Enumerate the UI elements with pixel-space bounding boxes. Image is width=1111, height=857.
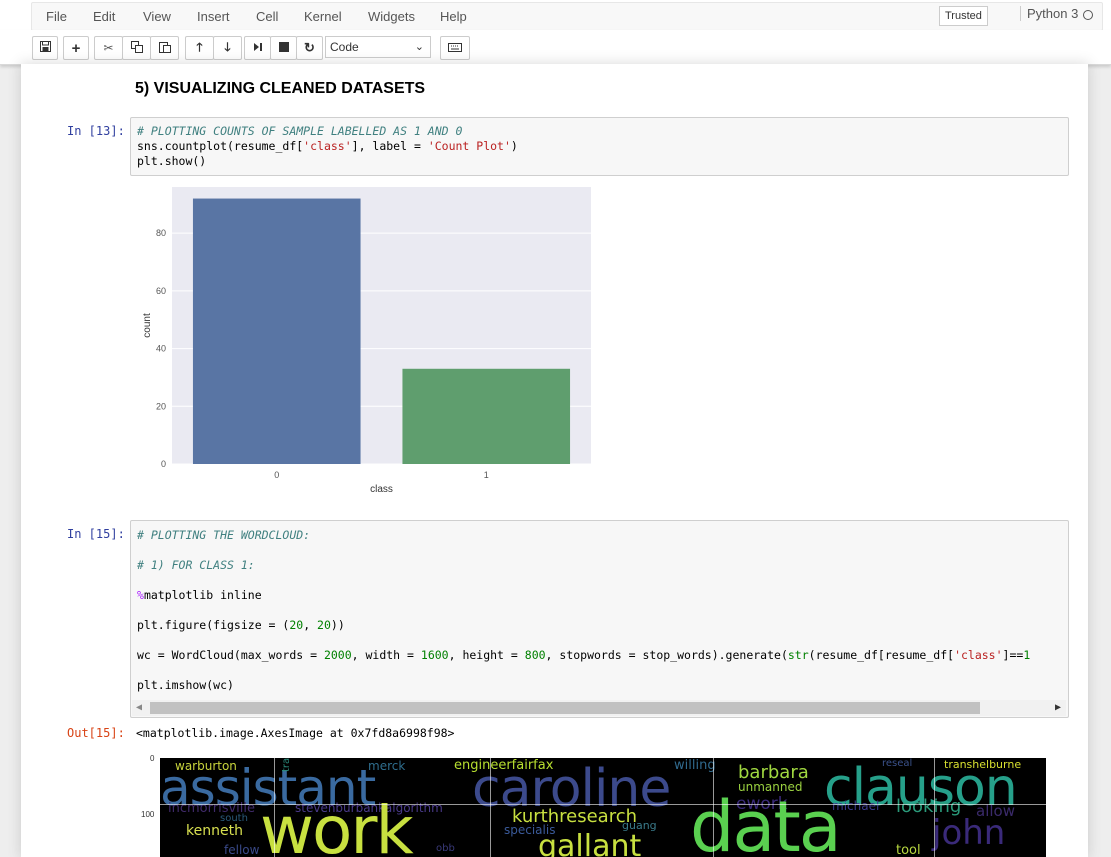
paste-icon <box>158 41 171 56</box>
scroll-right-icon[interactable]: ▶ <box>1055 702 1061 713</box>
code-line: wc = WordCloud(max_words = 2000, width =… <box>137 648 1031 662</box>
wordcloud-word: willing <box>674 758 716 773</box>
kernel-idle-icon <box>1083 10 1093 20</box>
menu-edit[interactable]: Edit <box>93 9 115 24</box>
wordcloud-gridline <box>160 804 1046 805</box>
save-button[interactable] <box>32 36 58 60</box>
command-palette-button[interactable] <box>440 36 470 60</box>
y-tick-label: 20 <box>156 401 166 411</box>
menu-view[interactable]: View <box>143 9 171 24</box>
code-line: # PLOTTING COUNTS OF SAMPLE LABELLED AS … <box>137 124 463 138</box>
wordcloud-word: fellow <box>224 843 260 857</box>
trusted-indicator[interactable]: Trusted <box>939 6 988 26</box>
code-line: plt.show() <box>137 154 207 168</box>
interrupt-button[interactable] <box>270 36 297 60</box>
x-tick-label: 1 <box>484 470 489 480</box>
menu-insert[interactable]: Insert <box>197 9 230 24</box>
wordcloud-word: tool <box>896 843 921 857</box>
wordcloud-gridline <box>274 758 275 857</box>
insert-cell-button[interactable]: + <box>63 36 89 60</box>
run-button[interactable] <box>244 36 271 60</box>
arrow-down-icon: 🡓 <box>224 39 231 54</box>
wordcloud-word: tran <box>281 758 292 772</box>
countplot-chart: 0 20 40 60 80 0 1 class count <box>142 187 591 495</box>
x-axis-label: class <box>370 484 393 495</box>
code-line: %matplotlib inline <box>137 588 262 602</box>
arrow-up-icon: 🡑 <box>196 39 203 54</box>
menu-cell[interactable]: Cell <box>256 9 278 24</box>
code-line: # PLOTTING THE WORDCLOUD: <box>137 528 311 542</box>
out-15-prompt: Out[15]: <box>67 726 125 740</box>
wordcloud-word: gallant <box>538 829 642 857</box>
cell-15-prompt: In [15]: <box>67 527 125 541</box>
kernel-name[interactable]: Python 3 <box>1020 6 1078 21</box>
keyboard-icon <box>448 41 462 55</box>
cell-13-input[interactable]: # PLOTTING COUNTS OF SAMPLE LABELLED AS … <box>130 117 1069 176</box>
toolbar: + ✂ 🡑 🡓 ↻ Code ⌄ <box>0 30 1111 65</box>
out-15-text: <matplotlib.image.AxesImage at 0x7fd8a69… <box>136 726 455 740</box>
wordcloud-word: work <box>260 792 414 857</box>
scroll-left-icon[interactable]: ◀ <box>136 702 142 713</box>
y-axis-label: count <box>142 313 153 338</box>
move-up-button[interactable]: 🡑 <box>185 36 214 60</box>
horizontal-scrollbar[interactable]: ◀ ▶ <box>132 700 1066 716</box>
paste-button[interactable] <box>150 36 179 60</box>
plus-icon: + <box>71 39 81 57</box>
code-line: sns.countplot(resume_df['class'], label … <box>137 139 518 153</box>
cell-15-input[interactable]: # PLOTTING THE WORDCLOUD: # 1) FOR CLASS… <box>130 520 1069 718</box>
wordcloud-image: warburton merck engineerfairfax willing … <box>160 758 1046 857</box>
section-heading: 5) VISUALIZING CLEANED DATASETS <box>135 80 426 97</box>
wordcloud-ytick: 0 <box>150 754 155 763</box>
code-line: plt.figure(figsize = (20, 20)) <box>137 618 345 632</box>
copy-button[interactable] <box>122 36 151 60</box>
cell-type-select[interactable]: Code ⌄ <box>325 36 431 58</box>
wordcloud-output: 0 100 warburton merck engineerfairfax wi… <box>141 750 1061 857</box>
bar <box>402 368 571 464</box>
menubar: File Edit View Insert Cell Kernel Widget… <box>0 0 1111 31</box>
code-line: # 1) FOR CLASS 1: <box>137 558 255 572</box>
x-tick-label: 0 <box>274 470 279 480</box>
wordcloud-gridline <box>934 758 935 857</box>
countplot-output: 0 20 40 60 80 0 1 class count <box>141 184 601 504</box>
code-line: plt.imshow(wc) <box>137 678 234 692</box>
scrollbar-thumb[interactable] <box>150 702 980 714</box>
menu-widgets[interactable]: Widgets <box>368 9 415 24</box>
menu-kernel[interactable]: Kernel <box>304 9 342 24</box>
y-tick-label: 60 <box>156 286 166 296</box>
wordcloud-gridline <box>713 758 714 857</box>
menu-file[interactable]: File <box>46 9 67 24</box>
stop-icon <box>278 41 289 55</box>
y-tick-label: 40 <box>156 344 166 354</box>
move-down-button[interactable]: 🡓 <box>213 36 242 60</box>
save-icon <box>39 41 51 55</box>
notebook-container: 5) VISUALIZING CLEANED DATASETS In [13]:… <box>21 64 1088 857</box>
chevron-down-icon: ⌄ <box>414 41 424 53</box>
run-icon <box>253 41 263 55</box>
cut-button[interactable]: ✂ <box>94 36 123 60</box>
menu-help[interactable]: Help <box>440 9 467 24</box>
bar <box>192 198 361 464</box>
wordcloud-word: kenneth <box>186 823 243 839</box>
cell-13-prompt: In [13]: <box>67 124 125 138</box>
copy-icon <box>130 40 143 56</box>
wordcloud-word: john <box>932 813 1006 853</box>
wordcloud-word: obb <box>436 843 455 854</box>
wordcloud-gridline <box>490 758 491 857</box>
y-tick-label: 80 <box>156 228 166 238</box>
wordcloud-ytick: 100 <box>141 810 155 819</box>
cell-type-value: Code <box>330 40 359 54</box>
restart-button[interactable]: ↻ <box>296 36 323 60</box>
y-tick-label: 0 <box>161 459 166 469</box>
restart-icon: ↻ <box>304 40 315 55</box>
cut-icon: ✂ <box>103 41 114 55</box>
